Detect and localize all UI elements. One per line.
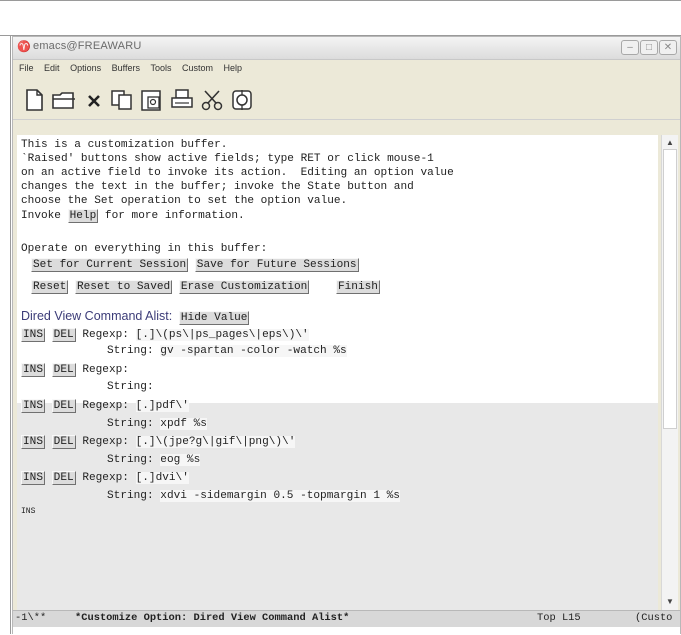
ins-button[interactable]: INS bbox=[21, 328, 45, 342]
customization-buffer[interactable]: This is a customization buffer. `Raised'… bbox=[17, 135, 658, 610]
emacs-app-icon: ♈ bbox=[17, 41, 31, 53]
entry-string-row: String: xdvi -sidemargin 0.5 -topmargin … bbox=[107, 489, 400, 503]
minimize-button[interactable]: – bbox=[621, 40, 639, 55]
new-file-icon[interactable] bbox=[21, 87, 47, 113]
string-field[interactable]: eog %s bbox=[160, 454, 201, 466]
regexp-label: Regexp: bbox=[82, 329, 129, 341]
string-label: String: bbox=[107, 381, 154, 393]
regexp-label: Regexp: bbox=[82, 436, 129, 448]
entry-string-row: String: bbox=[107, 380, 160, 394]
menu-help[interactable]: Help bbox=[220, 60, 247, 73]
invoke-suffix: for more information. bbox=[98, 210, 245, 222]
modeline-mode: (Custo bbox=[635, 612, 673, 624]
print-icon[interactable] bbox=[169, 87, 195, 113]
intro-line: `Raised' buttons show active fields; typ… bbox=[21, 153, 434, 165]
ins-button[interactable]: INS bbox=[21, 471, 45, 485]
emacs-window: ♈ emacs@FREAWARU – □ ✕ File Edit Options… bbox=[12, 36, 681, 635]
toolbar bbox=[13, 79, 680, 120]
option-header: Dired View Command Alist: Hide Value bbox=[21, 309, 250, 325]
string-label: String: bbox=[107, 454, 154, 466]
scroll-thumb[interactable] bbox=[663, 149, 677, 429]
string-label: String: bbox=[107, 490, 154, 502]
string-field[interactable]: xpdf %s bbox=[160, 418, 207, 430]
operate-label: Operate on everything in this buffer: bbox=[21, 243, 268, 255]
entry-regexp-row: INS DEL Regexp: bbox=[21, 363, 136, 377]
set-for-current-session-button[interactable]: Set for Current Session bbox=[31, 258, 189, 272]
window-title: emacs@FREAWARU bbox=[33, 40, 142, 52]
string-label: String: bbox=[107, 418, 154, 430]
menu-custom[interactable]: Custom bbox=[178, 60, 217, 73]
menu-edit[interactable]: Edit bbox=[40, 60, 64, 73]
regexp-label: Regexp: bbox=[82, 472, 129, 484]
outer-frame-top bbox=[0, 0, 681, 36]
title-bar[interactable]: ♈ emacs@FREAWARU – □ ✕ bbox=[13, 37, 680, 60]
option-name: Dired View Command Alist: bbox=[21, 309, 173, 323]
trailing-ins-button[interactable]: INS bbox=[21, 507, 35, 517]
intro-line: on an active field to invoke its action.… bbox=[21, 167, 454, 179]
menu-buffers[interactable]: Buffers bbox=[108, 60, 144, 73]
string-field[interactable]: gv -spartan -color -watch %s bbox=[160, 345, 347, 357]
close-x-icon[interactable] bbox=[81, 87, 107, 113]
vertical-scrollbar[interactable]: ▲ ▼ bbox=[661, 135, 678, 610]
ins-button[interactable]: INS bbox=[21, 363, 45, 377]
menu-bar: File Edit Options Buffers Tools Custom H… bbox=[13, 60, 680, 78]
regexp-label: Regexp: bbox=[82, 400, 129, 412]
ins-button[interactable]: INS bbox=[21, 399, 45, 413]
maximize-button[interactable]: □ bbox=[640, 40, 658, 55]
session-buttons-row: Set for Current Session Save for Future … bbox=[31, 258, 359, 272]
del-button[interactable]: DEL bbox=[51, 363, 76, 377]
reset-to-saved-button[interactable]: Reset to Saved bbox=[74, 280, 173, 294]
save-for-future-sessions-button[interactable]: Save for Future Sessions bbox=[194, 258, 359, 272]
regexp-field[interactable]: [.]pdf\' bbox=[135, 400, 189, 412]
invoke-prefix: Invoke bbox=[21, 210, 68, 222]
erase-customization-button[interactable]: Erase Customization bbox=[178, 280, 310, 294]
open-folder-icon[interactable] bbox=[51, 87, 77, 113]
invoke-help-line: Invoke Help for more information. bbox=[21, 209, 245, 223]
del-button[interactable]: DEL bbox=[51, 435, 76, 449]
entry-regexp-row: INS DEL Regexp: [.]\(ps\|ps_pages\|eps\)… bbox=[21, 328, 309, 342]
regexp-label: Regexp: bbox=[82, 364, 129, 376]
entry-regexp-row: INS DEL Regexp: [.]\(jpe?g\|gif\|png\)\' bbox=[21, 435, 296, 449]
mode-line: -1\** *Customize Option: Dired View Comm… bbox=[13, 610, 680, 627]
outer-frame-left bbox=[0, 36, 11, 634]
reset-button[interactable]: Reset bbox=[31, 280, 69, 294]
modeline-status: -1\** bbox=[15, 612, 47, 624]
menu-tools[interactable]: Tools bbox=[146, 60, 175, 73]
close-button[interactable]: ✕ bbox=[659, 40, 677, 55]
del-button[interactable]: DEL bbox=[51, 399, 76, 413]
hide-value-button[interactable]: Hide Value bbox=[178, 311, 250, 325]
intro-line: changes the text in the buffer; invoke t… bbox=[21, 181, 414, 193]
reset-buttons-row: Reset Reset to Saved Erase Customization… bbox=[31, 280, 380, 294]
intro-line: choose the Set operation to set the opti… bbox=[21, 195, 348, 207]
ins-button[interactable]: INS bbox=[21, 435, 45, 449]
modeline-buffer-name: *Customize Option: Dired View Command Al… bbox=[75, 612, 350, 624]
finish-button[interactable]: Finish bbox=[335, 280, 380, 294]
del-button[interactable]: DEL bbox=[51, 328, 76, 342]
menu-file[interactable]: File bbox=[13, 60, 38, 73]
entry-regexp-row: INS DEL Regexp: [.]pdf\' bbox=[21, 399, 189, 413]
entry-regexp-row: INS DEL Regexp: [.]dvi\' bbox=[21, 471, 189, 485]
del-button[interactable]: DEL bbox=[51, 471, 76, 485]
paste-icon[interactable] bbox=[139, 87, 165, 113]
string-field[interactable]: xdvi -sidemargin 0.5 -topmargin 1 %s bbox=[160, 490, 400, 502]
help-button[interactable]: Help bbox=[67, 209, 99, 223]
entry-string-row: String: xpdf %s bbox=[107, 417, 207, 431]
modeline-position: Top L15 bbox=[537, 612, 581, 624]
cut-scissors-icon[interactable] bbox=[199, 87, 225, 113]
regexp-field[interactable]: [.]\(ps\|ps_pages\|eps\)\' bbox=[135, 329, 309, 341]
regexp-field[interactable]: [.]\(jpe?g\|gif\|png\)\' bbox=[135, 436, 296, 448]
scroll-up-icon[interactable]: ▲ bbox=[662, 137, 678, 149]
string-label: String: bbox=[107, 345, 154, 357]
entry-string-row: String: eog %s bbox=[107, 453, 201, 467]
copy-icon[interactable] bbox=[109, 87, 135, 113]
regexp-field[interactable]: [.]dvi\' bbox=[135, 472, 189, 484]
entry-string-row: String: gv -spartan -color -watch %s bbox=[107, 344, 347, 358]
intro-line: This is a customization buffer. bbox=[21, 139, 228, 151]
scroll-down-icon[interactable]: ▼ bbox=[662, 596, 678, 608]
menu-options[interactable]: Options bbox=[66, 60, 105, 73]
preferences-icon[interactable] bbox=[229, 87, 255, 113]
